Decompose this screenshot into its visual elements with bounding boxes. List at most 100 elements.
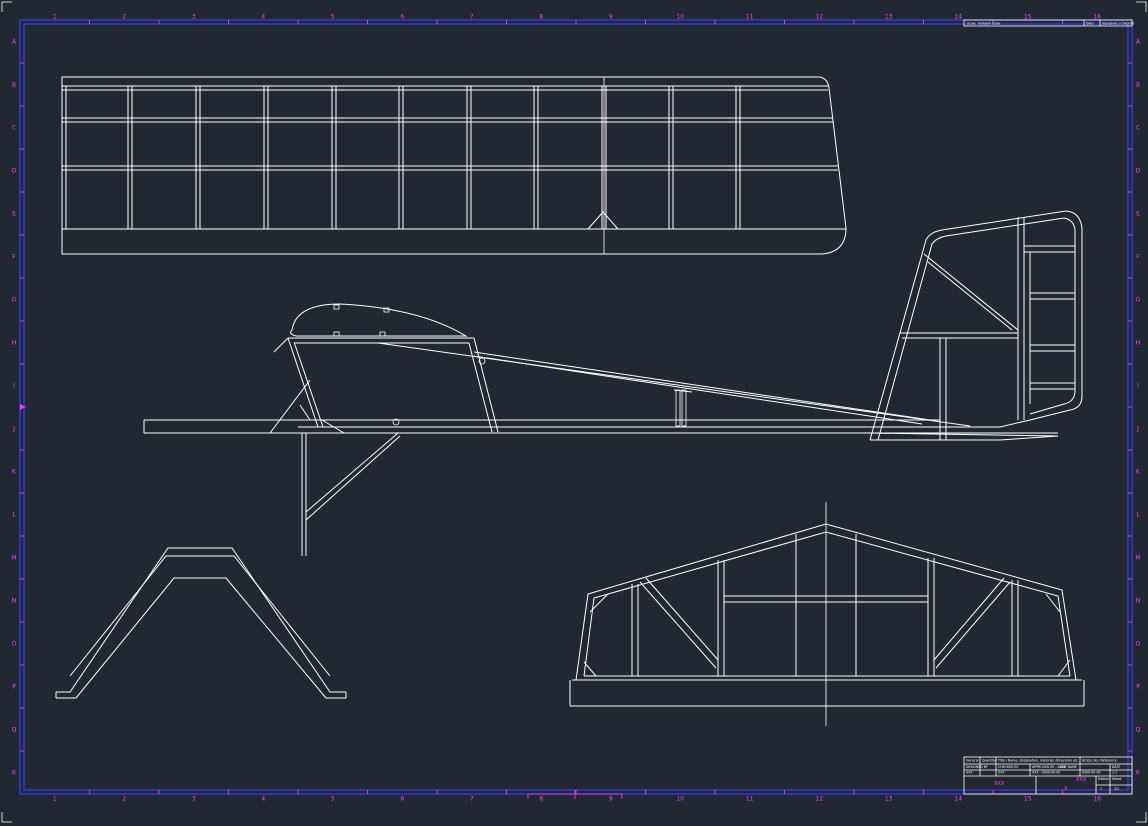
zone-column-label: 2	[122, 796, 126, 803]
zone-column-label: 4	[261, 796, 265, 803]
zone-row-label: J	[1136, 426, 1139, 433]
zone-row-label: Q	[1136, 727, 1141, 734]
wing-plan-view[interactable]	[61, 76, 847, 255]
zone-column-label: 13	[885, 796, 893, 803]
zone-column-label: 16	[1093, 14, 1101, 21]
zone-column-label: 5	[331, 14, 335, 21]
zone-column-label: 3	[192, 14, 196, 21]
zone-column-label: 7	[470, 14, 474, 21]
zone-column-label: 6	[400, 796, 404, 803]
company-name: XXX	[994, 781, 1005, 787]
zone-row-label: Q	[12, 727, 17, 734]
x-mark: X	[1064, 786, 1068, 792]
zone-row-label: O	[1136, 641, 1141, 648]
sheet-label: Sheet	[1112, 777, 1122, 781]
tb-file: 0000-00-00	[1082, 771, 1101, 775]
zone-row-label: G	[1136, 297, 1141, 304]
zone-row-label: J	[12, 426, 15, 433]
zone-column-label: 8	[539, 14, 543, 21]
zone-row-label: B	[1136, 82, 1140, 89]
zone-row-label: C	[1136, 125, 1140, 132]
title-block-top: Scale Emblem scale Date Signature / Chec…	[963, 19, 1134, 27]
zone-column-label: 15	[1024, 14, 1032, 21]
zone-column-label: 10	[676, 14, 684, 21]
zone-row-label: N	[1136, 598, 1141, 605]
tb-approver: XXX - 0000-00-00	[1032, 771, 1060, 775]
zone-row-label: B	[12, 82, 16, 89]
tb-title-header: Title / Name, designation, material, dim…	[997, 759, 1078, 763]
drawing-canvas[interactable]: 1 2 3 4 5 6 7 8 9 10 11 12 13 14 15 16 1 2 3 4 5 6 7 8 9 10 11 12 1…	[0, 0, 1148, 826]
drawing-title: XXX	[1076, 777, 1087, 783]
zone-row-label: M	[1135, 555, 1140, 562]
zone-row-label: R	[12, 770, 16, 777]
tb-file-name: FILE NAME	[1060, 765, 1077, 769]
zone-row-label: L	[1136, 512, 1140, 519]
zone-column-label: 10	[676, 796, 684, 803]
centering-marks	[20, 404, 623, 799]
zone-column-label: 15	[1024, 796, 1032, 803]
zone-row-label: I	[1137, 383, 1139, 390]
tb-quantity: Quantity	[982, 759, 996, 763]
zone-row-label: F	[1136, 254, 1140, 261]
zone-row-label: L	[12, 512, 16, 519]
zone-column-label: 1	[53, 796, 57, 803]
zone-row-label: N	[12, 598, 17, 605]
zone-row-label: G	[12, 297, 17, 304]
title-block[interactable]: General Quantity Title / Name, designati…	[963, 756, 1133, 795]
zone-column-label: 6	[400, 14, 404, 21]
zone-row-label: H	[1136, 340, 1141, 347]
zone-row-label: M	[11, 555, 16, 562]
zone-column-label: 1	[53, 14, 57, 21]
date-label: Date	[1086, 22, 1094, 26]
zone-row-label: K	[1136, 469, 1141, 476]
fuselage-side-view[interactable]	[143, 210, 1083, 556]
scale-value: Emblem scale	[978, 22, 1000, 26]
zone-row-label: P	[12, 684, 16, 691]
scale-label: Scale	[967, 22, 976, 26]
zone-row-label: C	[12, 125, 16, 132]
edition-value: 1	[1100, 787, 1102, 791]
zone-row-label: O	[12, 641, 17, 648]
zone-labels-left: A B C D E F G H I J K L M N O P Q R	[11, 39, 17, 777]
tb-designed-by: DESIGNED BY	[966, 765, 988, 769]
zone-row-label: E	[1136, 211, 1140, 218]
zone-column-label: 14	[954, 796, 962, 803]
zone-row-label: D	[12, 168, 17, 175]
landing-gear-front-view[interactable]	[55, 547, 347, 699]
zone-row-label: I	[13, 383, 15, 390]
zone-column-label: 9	[609, 14, 613, 21]
tb-scale: 1:1	[1112, 771, 1117, 775]
tb-general: General	[966, 759, 979, 763]
zone-column-label: 11	[746, 14, 754, 21]
zone-column-label: 5	[331, 796, 335, 803]
zone-column-label: 8	[539, 796, 543, 803]
tb-article-header: Article No / Reference	[1082, 759, 1117, 763]
zone-row-label: A	[1136, 39, 1141, 46]
zone-row-label: E	[12, 211, 16, 218]
zone-column-label: 12	[815, 796, 823, 803]
zone-column-label: 3	[192, 796, 196, 803]
edition-label: Edition	[1098, 777, 1109, 781]
zone-column-label: 16	[1093, 796, 1101, 803]
sheet-value: 1/1	[1114, 787, 1119, 791]
tb-checker: XXX	[998, 771, 1005, 775]
zone-column-label: 12	[815, 14, 823, 21]
zone-column-label: 11	[746, 796, 754, 803]
zone-row-label: P	[1136, 684, 1140, 691]
zone-column-label: 4	[261, 14, 265, 21]
zone-column-label: 13	[885, 14, 893, 21]
tb-designer: XXX	[966, 771, 973, 775]
zone-row-label: H	[12, 340, 17, 347]
zone-column-label: 9	[609, 796, 613, 803]
zone-row-label: F	[12, 254, 16, 261]
tb-checked-by: CHECKED BY	[998, 765, 1018, 769]
zone-labels-bottom: 1 2 3 4 5 6 7 8 9 10 11 12 13 14 15 16	[53, 796, 1101, 803]
zone-column-label: 14	[954, 14, 962, 21]
zone-row-label: R	[1136, 770, 1140, 777]
zone-row-label: K	[12, 469, 17, 476]
fuselage-frame-front-view[interactable]	[569, 502, 1085, 726]
zone-row-label: A	[12, 39, 17, 46]
zone-column-label: 2	[122, 14, 126, 21]
tb-date-label: DATE	[1112, 765, 1120, 769]
signature-label: Signature / Checked	[1102, 22, 1134, 26]
